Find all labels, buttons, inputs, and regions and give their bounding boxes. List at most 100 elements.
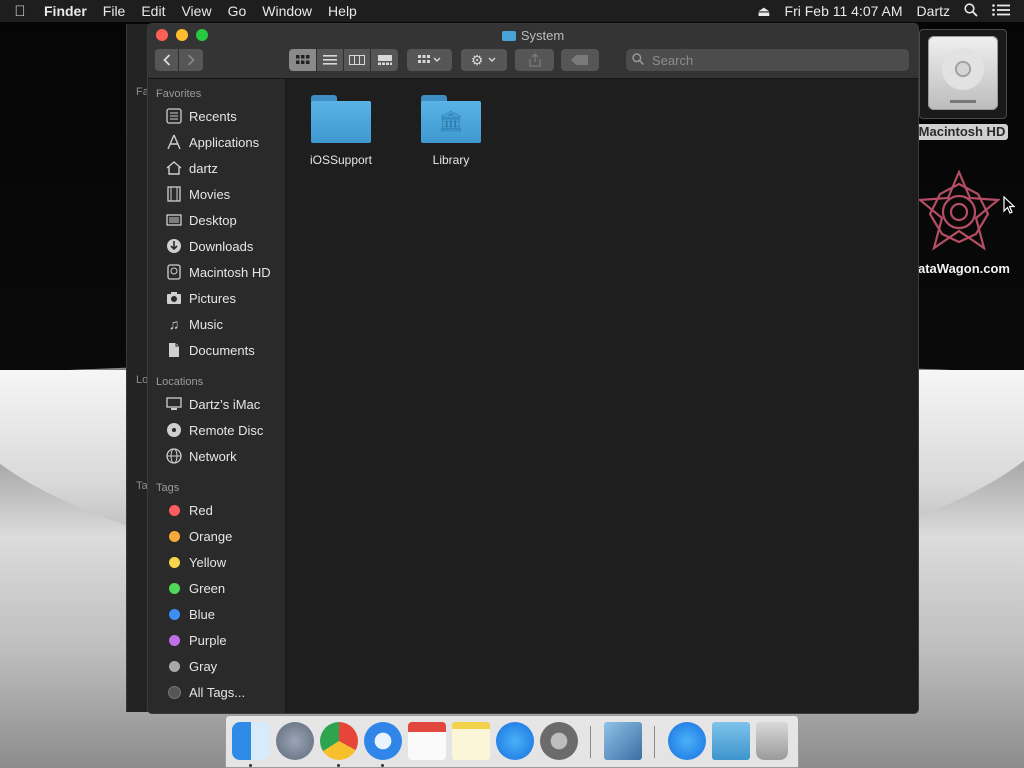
all-tags-icon (165, 683, 183, 701)
forward-button[interactable] (179, 49, 203, 71)
back-button[interactable] (155, 49, 179, 71)
gear-icon: ⚙ (470, 51, 484, 68)
gallery-view-button[interactable] (371, 49, 398, 71)
share-button[interactable] (515, 49, 554, 71)
sidebar-tag-green[interactable]: Green (148, 575, 285, 601)
sidebar-item-movies[interactable]: Movies (148, 181, 285, 207)
sidebar-tag-orange[interactable]: Orange (148, 523, 285, 549)
eject-icon[interactable]: ⏏ (757, 3, 770, 20)
sidebar-item-documents[interactable]: Documents (148, 337, 285, 363)
search-input[interactable] (650, 51, 894, 69)
sidebar-item-label: Music (189, 316, 223, 332)
apple-menu-icon[interactable]:  (0, 3, 40, 20)
sidebar-section-tags: Tags (156, 482, 180, 494)
menu-help[interactable]: Help (320, 3, 365, 19)
search-field[interactable] (626, 49, 909, 71)
sidebar-tag-gray[interactable]: Gray (148, 653, 285, 679)
music-note-icon: ♫ (168, 316, 180, 332)
applications-stack-dock-icon[interactable] (668, 722, 706, 760)
menu-bar:  Finder File Edit View Go Window Help ⏏… (0, 0, 1024, 22)
window-title: System (148, 28, 918, 43)
documents-icon (165, 341, 183, 359)
downloads-stack-dock-icon[interactable] (712, 722, 750, 760)
menu-edit[interactable]: Edit (133, 3, 173, 19)
preview-dock-icon[interactable] (604, 722, 642, 760)
sidebar-item-label: Recents (189, 108, 237, 124)
desktop-item-label: Macintosh HD (916, 124, 1008, 140)
menu-app-finder[interactable]: Finder (40, 3, 95, 19)
tag-color-dot-icon (165, 501, 183, 519)
sidebar-tag-yellow[interactable]: Yellow (148, 549, 285, 575)
file-item-iossupport[interactable]: iOSSupport (291, 95, 391, 167)
finder-dock-icon[interactable] (232, 722, 270, 760)
calendar-dock-icon[interactable] (408, 722, 446, 760)
sidebar-item-label: Orange (189, 528, 233, 544)
sidebar-item-dartz-imac[interactable]: Dartz’s iMac (148, 391, 285, 417)
icon-view-button[interactable] (289, 49, 317, 71)
desktop-item-macintosh-hd[interactable] (919, 29, 1007, 119)
menu-go[interactable]: Go (220, 3, 255, 19)
file-browser-content[interactable]: iOSSupport 🏛 Library (286, 79, 918, 713)
tag-color-dot-icon (165, 579, 183, 597)
menu-window[interactable]: Window (254, 3, 320, 19)
file-name: iOSSupport (309, 153, 373, 167)
sidebar-item-desktop[interactable]: Desktop (148, 207, 285, 233)
sidebar-item-label: Blue (189, 606, 216, 622)
sidebar-item-downloads[interactable]: Downloads (148, 233, 285, 259)
sidebar-item-dartz[interactable]: dartz (148, 155, 285, 181)
sidebar-item-pictures[interactable]: Pictures (148, 285, 285, 311)
sidebar-item-label: Remote Disc (189, 422, 264, 438)
tag-color-dot-icon (165, 631, 183, 649)
sidebar-item-remote-disc[interactable]: Remote Disc (148, 417, 285, 443)
home-icon (165, 159, 183, 177)
sidebar-item-applications[interactable]: Applications (148, 129, 285, 155)
sidebar-item-label: Gray (189, 658, 218, 674)
notes-dock-icon[interactable] (452, 722, 490, 760)
column-view-button[interactable] (344, 49, 371, 71)
sidebar-tag-purple[interactable]: Purple (148, 627, 285, 653)
system-preferences-dock-icon[interactable] (540, 722, 578, 760)
sidebar-item-all-tags[interactable]: All Tags... (148, 679, 285, 705)
sidebar-item-label: Dartz’s iMac (189, 396, 261, 412)
launchpad-dock-icon[interactable] (276, 722, 314, 760)
sidebar-item-label: Red (189, 502, 213, 518)
sidebar-item-macintosh-hd[interactable]: Macintosh HD (148, 259, 285, 285)
sidebar-item-music[interactable]: ♫ Music (148, 311, 285, 337)
sidebar-item-label: Desktop (189, 212, 237, 228)
sidebar-item-label: Downloads (189, 238, 254, 254)
spotlight-search-icon[interactable] (964, 2, 978, 20)
globe-icon (165, 447, 183, 465)
sidebar-item-label: Documents (189, 342, 255, 358)
sidebar-item-label: Yellow (189, 554, 227, 570)
sidebar-section-favorites: Favorites (156, 88, 202, 100)
hard-drive-icon (165, 263, 183, 281)
safari-dock-icon[interactable] (364, 722, 402, 760)
app-store-dock-icon[interactable] (496, 722, 534, 760)
datawagon-logo-icon[interactable] (917, 169, 1001, 252)
group-by-button[interactable] (407, 49, 452, 71)
mouse-cursor-icon (1003, 195, 1016, 219)
menubar-clock[interactable]: Fri Feb 11 4:07 AM (785, 3, 903, 19)
chrome-dock-icon[interactable] (320, 722, 358, 760)
sidebar-item-label: All Tags... (189, 684, 246, 700)
sidebar-tag-red[interactable]: Red (148, 497, 285, 523)
file-item-library[interactable]: 🏛 Library (401, 95, 501, 167)
file-name: Library (432, 153, 470, 167)
desktop-icon (165, 211, 183, 229)
action-menu-button[interactable]: ⚙ (461, 49, 507, 71)
tag-color-dot-icon (165, 605, 183, 623)
list-view-button[interactable] (317, 49, 344, 71)
menu-file[interactable]: File (95, 3, 134, 19)
computer-icon (165, 395, 183, 413)
sidebar-item-recents[interactable]: Recents (148, 103, 285, 129)
trash-dock-icon[interactable] (756, 722, 788, 760)
edit-tags-button[interactable] (561, 49, 599, 71)
tag-color-dot-icon (165, 553, 183, 571)
notification-center-icon[interactable] (992, 3, 1010, 19)
sidebar-tag-blue[interactable]: Blue (148, 601, 285, 627)
desktop-item-label: ataWagon.com (918, 261, 1010, 276)
menu-view[interactable]: View (173, 3, 219, 19)
sidebar-item-network[interactable]: Network (148, 443, 285, 469)
camera-icon (165, 289, 183, 307)
menubar-user[interactable]: Dartz (917, 3, 950, 19)
